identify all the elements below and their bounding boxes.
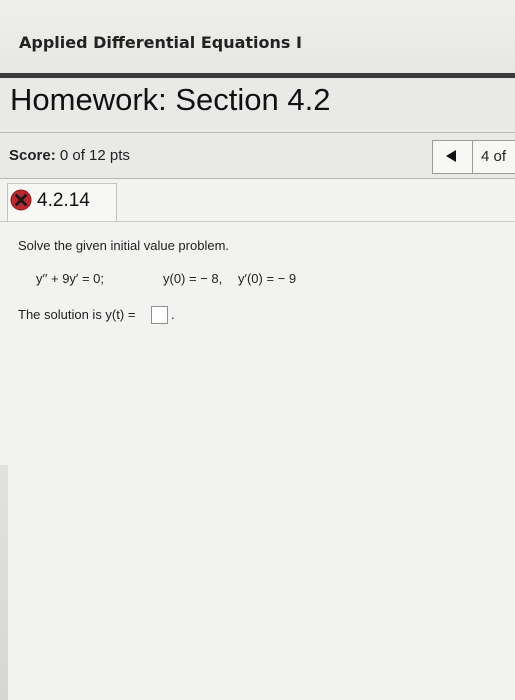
answer-suffix: . <box>171 307 175 322</box>
initial-condition-2: y′(0) = − 9 <box>238 271 297 286</box>
header-divider <box>0 73 515 78</box>
page-title: Homework: Section 4.2 <box>10 82 331 117</box>
score-label: Score: <box>9 147 56 164</box>
tab-divider <box>0 221 515 222</box>
previous-question-button[interactable] <box>432 140 470 172</box>
question-count[interactable]: 4 of <box>481 148 506 165</box>
problem-instruction: Solve the given initial value problem. <box>18 238 230 253</box>
score-display: Score: 0 of 12 pts <box>9 147 130 164</box>
answer-input[interactable] <box>151 306 168 324</box>
problem-panel <box>0 179 515 700</box>
left-margin-strip <box>0 465 8 700</box>
solution-prompt: The solution is y(t) = <box>18 307 136 322</box>
score-value: 0 of 12 pts <box>59 147 130 164</box>
course-title: Applied Differential Equations I <box>19 33 302 52</box>
problem-number: 4.2.14 <box>37 190 90 211</box>
differential-equation: y′′ + 9y′ = 0; <box>36 271 105 286</box>
triangle-left-icon <box>446 150 456 162</box>
navigator-divider <box>472 140 473 173</box>
initial-condition-1: y(0) = − 8, <box>163 271 223 286</box>
red-x-circle-icon <box>10 189 32 211</box>
